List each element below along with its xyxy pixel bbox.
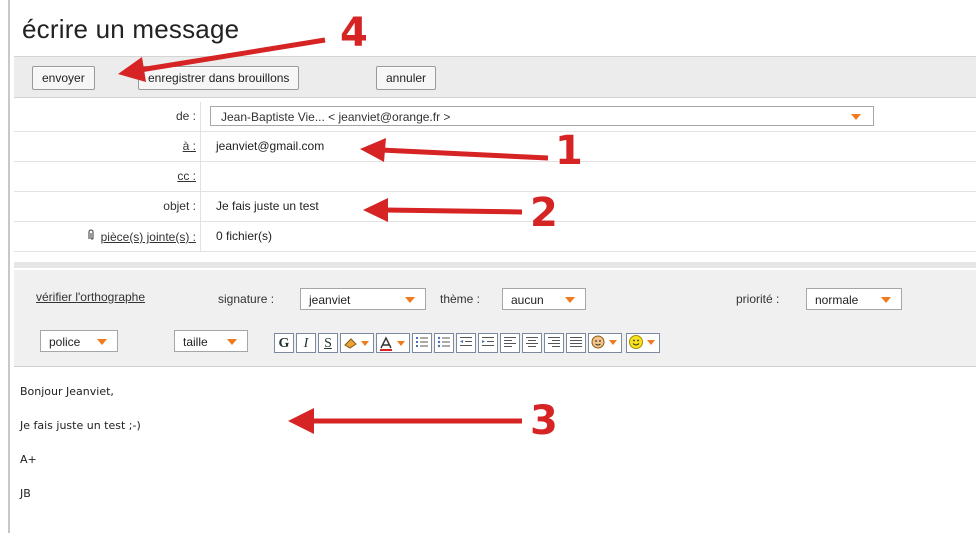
arrowhead	[363, 198, 388, 222]
annotation-number-1: 1	[555, 128, 583, 174]
arrowhead	[118, 57, 146, 82]
annotation-number-4: 4	[340, 10, 368, 56]
annotation-arrow-2	[384, 207, 523, 215]
arrowhead	[288, 408, 314, 434]
annotation-number-2: 2	[530, 190, 558, 236]
annotation-arrows	[118, 37, 549, 434]
annotation-arrow-4	[139, 37, 326, 73]
annotation-number-3: 3	[530, 398, 558, 444]
annotation-arrow-1	[379, 147, 549, 161]
arrowhead	[360, 138, 386, 162]
